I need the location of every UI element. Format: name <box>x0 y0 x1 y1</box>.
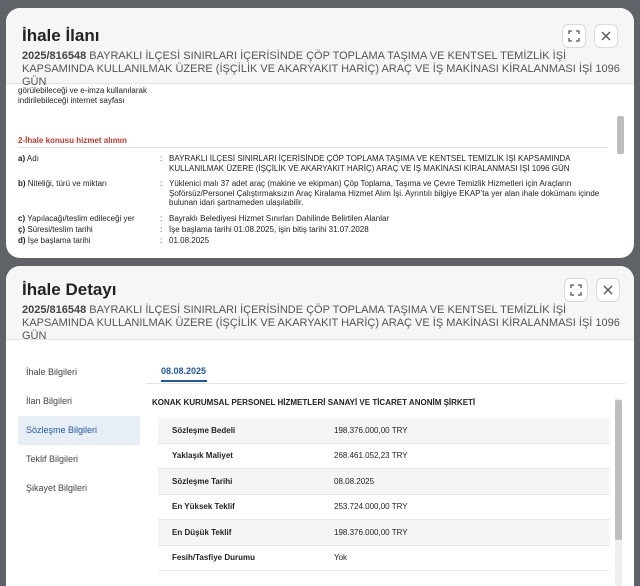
modal-title: İhale İlanı <box>22 26 100 45</box>
scrollbar-thumb[interactable] <box>617 116 624 154</box>
expand-button[interactable] <box>564 278 588 302</box>
sidebar-item-teklif-bilgileri[interactable]: Teklif Bilgileri <box>18 445 140 474</box>
ihale-detayi-modal: İhale Detayı 2025/816548 BAYRAKLI İLÇESİ… <box>6 266 634 586</box>
row-key: d) <box>18 236 26 245</box>
sidebar-item-ihale-bilgileri[interactable]: İhale Bilgileri <box>18 358 140 387</box>
tender-ikn: 2025/816548 <box>22 304 87 316</box>
table-row: Fesih/Tasfiye Durumu Yok <box>158 546 610 571</box>
table-key: En Düşük Teklif <box>172 527 232 537</box>
expand-icon <box>568 30 580 42</box>
close-icon <box>603 285 613 295</box>
table-value: 253.724.000,00 TRY <box>334 502 408 512</box>
table-row: Sözleşme Tarihi 08.08.2025 <box>158 469 610 495</box>
contract-table: Sözleşme Bedeli 198.376.000,00 TRY Yakla… <box>158 418 610 571</box>
expand-icon <box>570 284 582 296</box>
table-key: En Yüksek Teklif <box>172 502 235 512</box>
table-key: Sözleşme Tarihi <box>172 476 233 486</box>
table-value: 198.376.000,00 TRY <box>334 527 408 537</box>
truncated-text: görülebileceği ve e-imza kullanılarak in… <box>18 86 147 105</box>
row-value: Yüklenici malı 37 adet araç (makine ve e… <box>169 179 600 208</box>
tender-name: BAYRAKLI İLÇESİ SINIRLARI İÇERİSİNDE ÇÖP… <box>22 304 620 342</box>
row-key: b) <box>18 179 26 188</box>
row-colon: : <box>160 225 163 234</box>
row-value: 01.08.2025 <box>169 236 210 245</box>
table-value: 198.376.000,00 TRY <box>334 425 408 435</box>
table-key: Sözleşme Bedeli <box>172 425 236 435</box>
scrollbar-thumb[interactable] <box>615 400 622 540</box>
tab-contract-date[interactable]: 08.08.2025 <box>161 366 206 376</box>
sidebar-item-ilan-bilgileri[interactable]: İlan Bilgileri <box>18 387 140 416</box>
contractor-name: KONAK KURUMSAL PERSONEL HİZMETLERİ SANAY… <box>152 398 476 407</box>
row-label: Adı <box>25 154 39 163</box>
table-key: Fesih/Tasfiye Durumu <box>172 553 255 563</box>
table-key: Yaklaşık Maliyet <box>172 451 233 461</box>
announcement-body[interactable]: görülebileceği ve e-imza kullanılarak in… <box>6 84 634 258</box>
modal-header: İhale Detayı 2025/816548 BAYRAKLI İLÇESİ… <box>6 266 634 343</box>
ihale-ilani-modal: İhale İlanı 2025/816548 BAYRAKLI İLÇESİ … <box>6 8 634 258</box>
table-value: 08.08.2025 <box>334 476 375 486</box>
row-label: İşe başlama tarihi <box>25 236 91 245</box>
modal-title: İhale Detayı <box>22 280 117 299</box>
row-label: Yapılacağı/teslim edileceği yer <box>25 214 135 223</box>
divider <box>18 147 608 148</box>
detail-sidebar: İhale Bilgileri İlan Bilgileri Sözleşme … <box>18 358 140 503</box>
tender-name: BAYRAKLI İLÇESİ SINIRLARI İÇERİSİNDE ÇÖP… <box>22 50 620 88</box>
close-icon <box>601 31 611 41</box>
row-value: İşe başlama tarihi 01.08.2025, işin biti… <box>169 225 369 234</box>
sidebar-item-sikayet-bilgileri[interactable]: Şikayet Bilgileri <box>18 474 140 503</box>
tab-divider <box>146 383 626 384</box>
table-row: En Düşük Teklif 198.376.000,00 TRY <box>158 520 610 546</box>
sidebar-item-sozlesme-bilgileri[interactable]: Sözleşme Bilgileri <box>18 416 140 445</box>
row-colon: : <box>160 214 163 223</box>
active-tab-indicator <box>161 380 207 382</box>
row-colon: : <box>160 154 163 163</box>
tender-ikn: 2025/816548 <box>22 50 87 62</box>
close-button[interactable] <box>594 24 618 48</box>
expand-button[interactable] <box>562 24 586 48</box>
scrollbar-track[interactable] <box>615 398 622 586</box>
table-row: En Yüksek Teklif 253.724.000,00 TRY <box>158 495 610 520</box>
row-value: Bayraklı Belediyesi Hizmet Sınırları Dah… <box>169 214 390 223</box>
row-label: Süresi/teslim tarihi <box>25 225 93 234</box>
table-row: Sözleşme Bedeli 198.376.000,00 TRY <box>158 418 610 444</box>
modal-header: İhale İlanı 2025/816548 BAYRAKLI İLÇESİ … <box>6 8 634 88</box>
row-label: Niteliği, türü ve miktarı <box>25 179 107 188</box>
row-colon: : <box>160 179 163 188</box>
row-value: BAYRAKLI İLÇESİ SINIRLARI İÇERİSİNDE ÇÖP… <box>169 154 571 173</box>
section-heading: 2-İhale konusu hizmet alımın <box>18 136 127 145</box>
tender-subtitle: 2025/816548 BAYRAKLI İLÇESİ SINIRLARI İÇ… <box>22 304 622 343</box>
table-row: Yaklaşık Maliyet 268.461.052,23 TRY <box>158 444 610 469</box>
table-value: Yok <box>334 553 348 563</box>
row-colon: : <box>160 236 163 245</box>
close-button[interactable] <box>596 278 620 302</box>
table-value: 268.461.052,23 TRY <box>334 451 408 461</box>
